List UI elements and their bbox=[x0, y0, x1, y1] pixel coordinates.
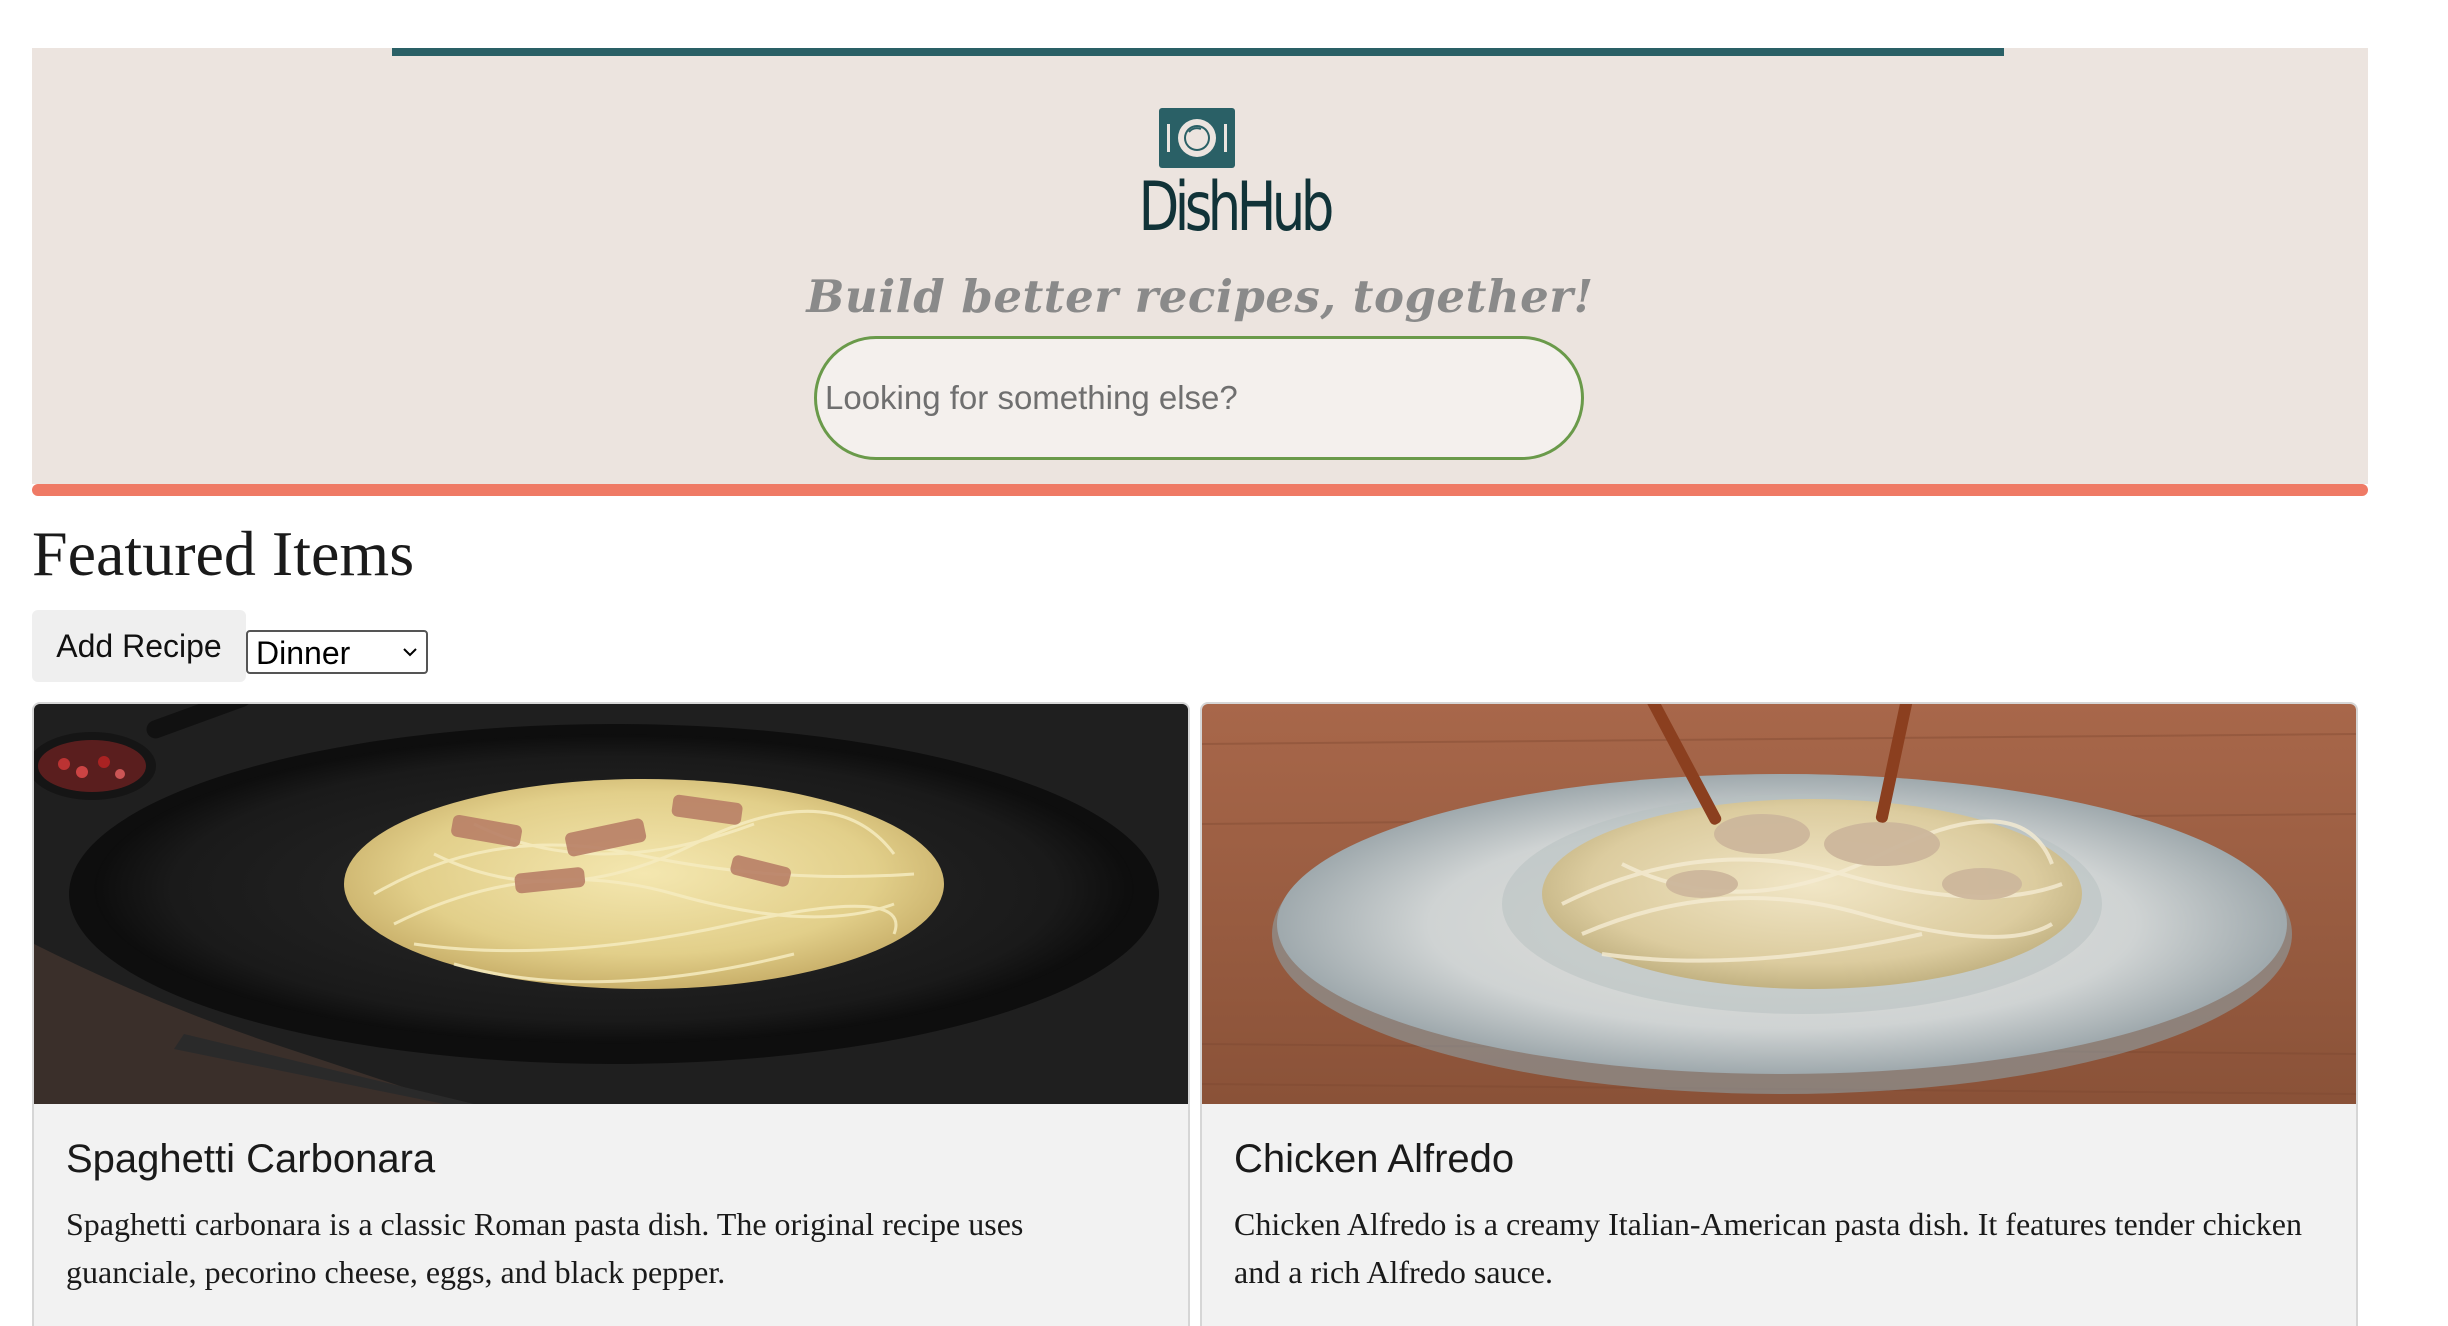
search-box[interactable] bbox=[814, 336, 1584, 460]
section-title: Featured Items bbox=[32, 518, 415, 589]
category-select-value: Dinner bbox=[256, 635, 351, 671]
recipe-card[interactable]: Chicken Alfredo Chicken Alfredo is a cre… bbox=[1200, 702, 2358, 1326]
recipe-card[interactable]: Spaghetti Carbonara Spaghetti carbonara … bbox=[32, 702, 1190, 1326]
category-select[interactable]: Dinner bbox=[246, 630, 428, 674]
tagline: Build better recipes, together! bbox=[806, 270, 1594, 323]
brand-name: DishHub bbox=[1138, 168, 1335, 247]
recipe-image-chicken-alfredo bbox=[1202, 704, 2356, 1104]
add-recipe-button[interactable]: Add Recipe bbox=[32, 610, 246, 682]
page: DishHub Build better recipes, together! … bbox=[0, 0, 2448, 1326]
plate-icon bbox=[1159, 108, 1235, 168]
header-top-accent-bar bbox=[392, 48, 2004, 56]
recipe-title: Chicken Alfredo bbox=[1234, 1137, 1515, 1181]
recipe-image-spaghetti-carbonara bbox=[34, 704, 1188, 1104]
header-bottom-accent-bar bbox=[32, 484, 2368, 496]
recipe-title: Spaghetti Carbonara bbox=[66, 1137, 436, 1181]
chevron-down-icon bbox=[403, 648, 417, 657]
brand-logo[interactable]: DishHub bbox=[1122, 108, 1335, 247]
recipe-description: Chicken Alfredo is a creamy Italian-Amer… bbox=[1234, 1206, 2302, 1290]
recipe-description: Spaghetti carbonara is a classic Roman p… bbox=[66, 1206, 1024, 1290]
search-input[interactable] bbox=[825, 339, 1565, 457]
